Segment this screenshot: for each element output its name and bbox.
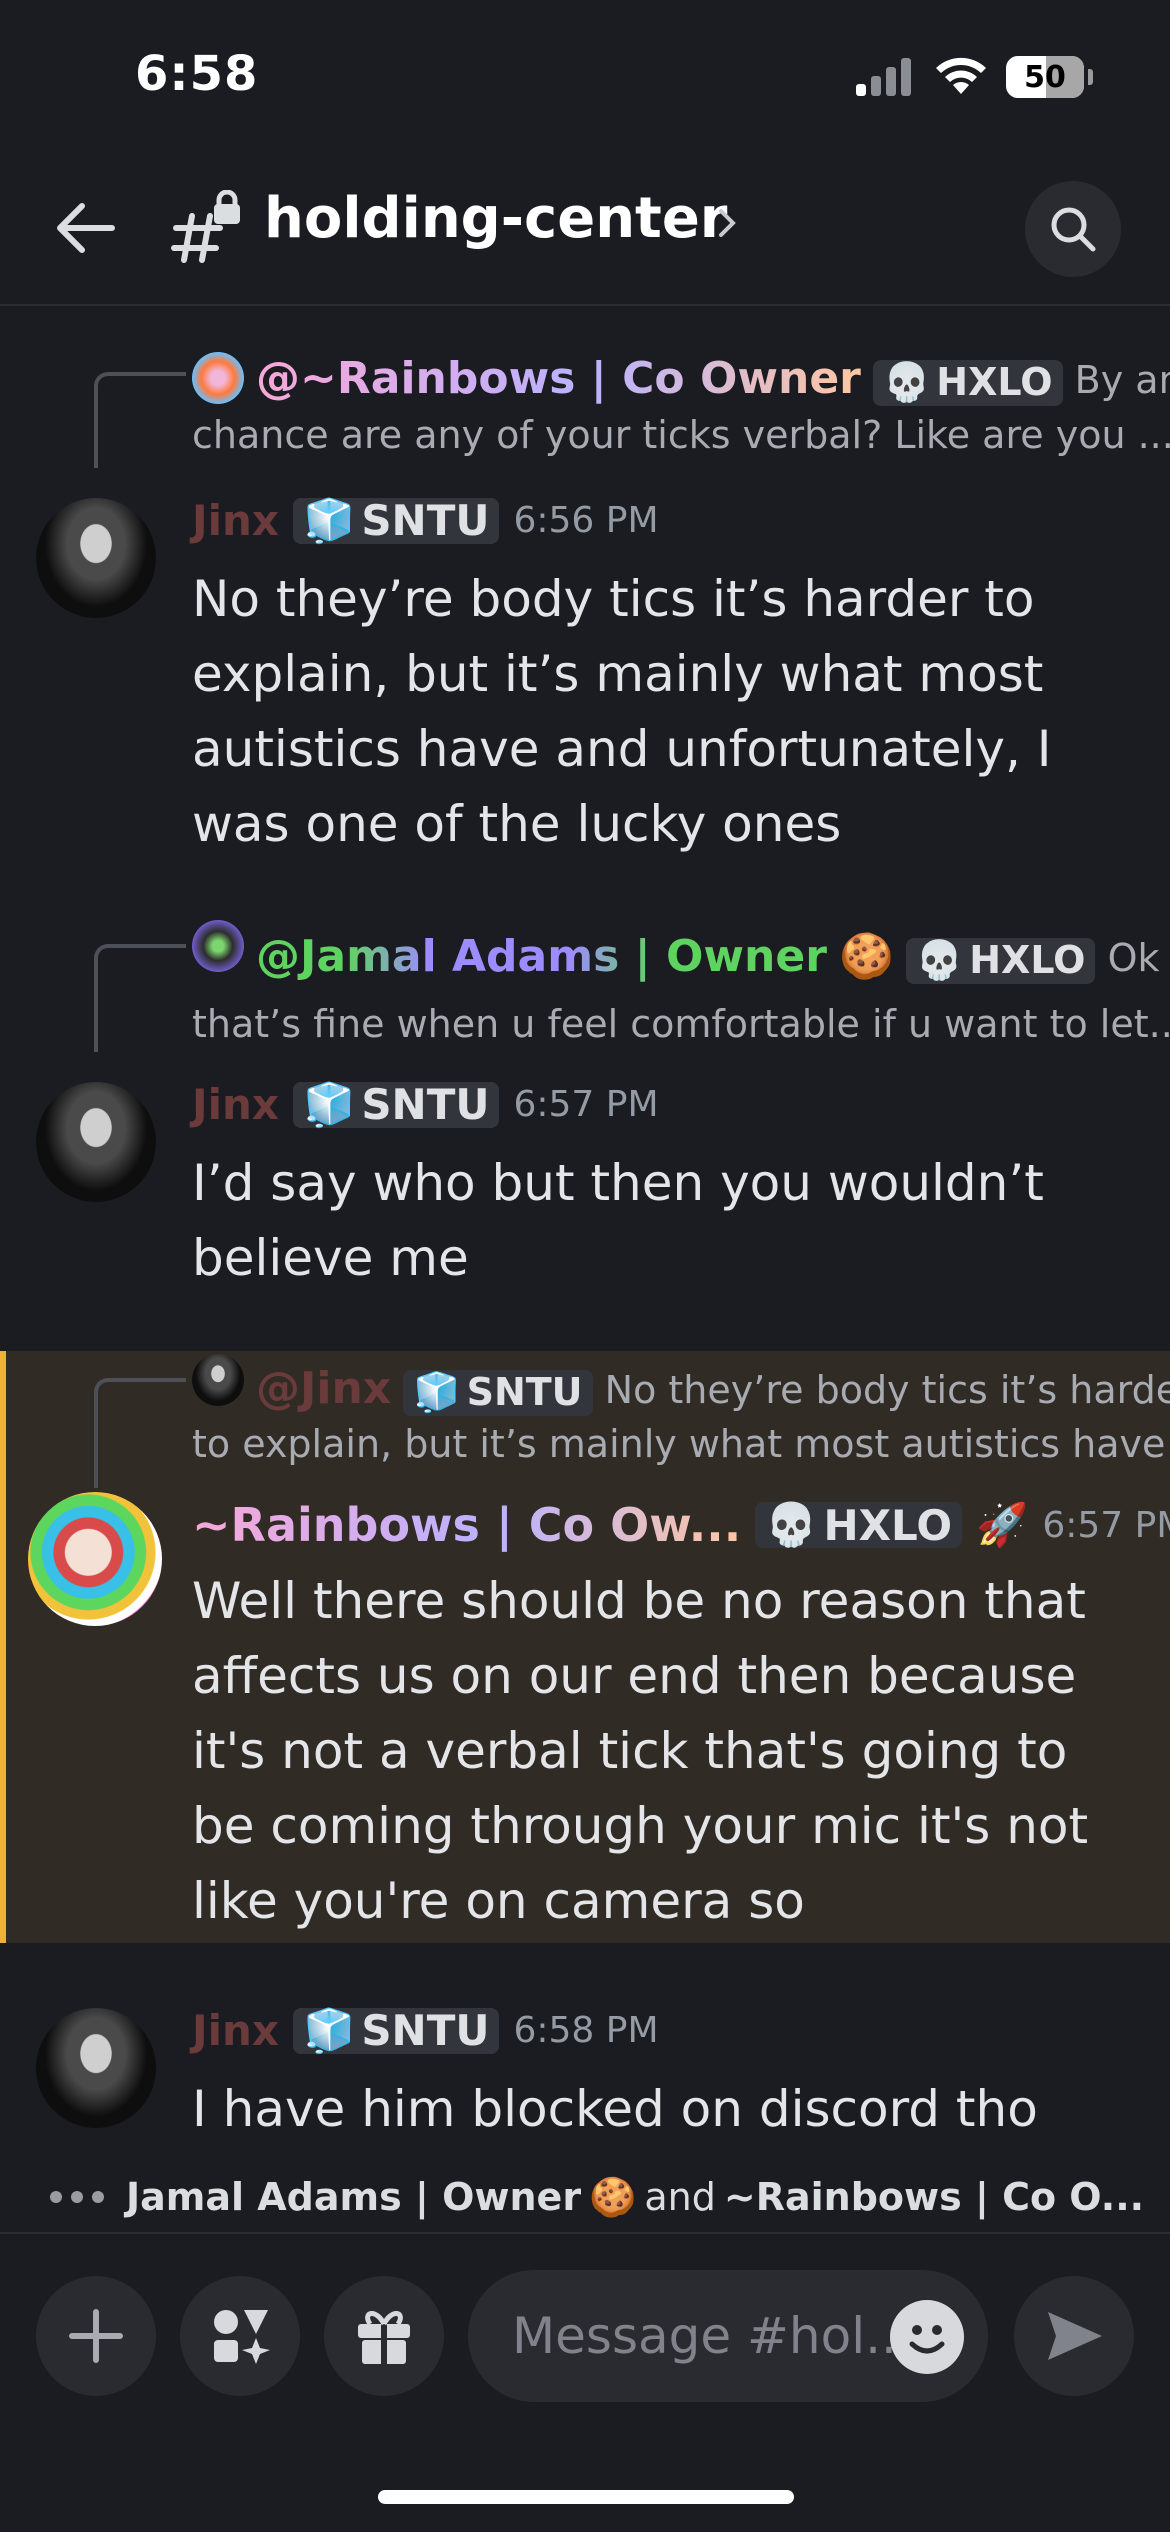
typing-indicator: Jamal Adams | Owner 🍪 and ~Rainbows | Co… <box>0 2162 1170 2234</box>
typing-dots-icon <box>50 2191 104 2203</box>
emoji-button[interactable] <box>890 2300 964 2374</box>
emoji-icon <box>909 2325 945 2354</box>
cookie-icon: 🍪 <box>589 2174 637 2219</box>
reply-preview[interactable]: @Jamal Adams | Owner 🍪 💀 HXLO Ok <box>256 928 1160 987</box>
skull-icon: 💀 <box>882 360 931 404</box>
crystal-icon: 🧊 <box>413 1370 461 1414</box>
apps-button[interactable] <box>180 2276 300 2396</box>
author-name[interactable]: Jinx <box>192 1080 279 1129</box>
message-text: I’d say who but then you wouldn’t believ… <box>192 1154 1044 1287</box>
server-tag[interactable]: 🧊 SNTU <box>293 2005 500 2055</box>
battery-level: 50 <box>1024 59 1066 95</box>
rainbows-avatar[interactable] <box>28 1492 162 1626</box>
message-text: Well there should be no reason that affe… <box>192 1572 1089 1930</box>
crystal-icon: 🧊 <box>303 495 356 545</box>
chevron-right-icon[interactable] <box>716 203 740 243</box>
message-composer <box>0 2236 1170 2436</box>
reply-author[interactable]: @Jinx <box>256 1363 391 1414</box>
reply-connector <box>94 1378 186 1488</box>
cellular-signal-icon <box>856 58 912 96</box>
attach-button[interactable] <box>36 2276 156 2396</box>
gift-icon <box>358 2311 410 2364</box>
author-name[interactable]: Jinx <box>192 496 279 545</box>
reply-preview-line2[interactable]: to explain, but it’s mainly what most au… <box>192 1416 1170 1473</box>
search-button[interactable] <box>1025 181 1121 277</box>
server-tag[interactable]: 🧊 SNTU <box>403 1369 593 1416</box>
jinx-avatar[interactable] <box>36 2008 156 2128</box>
back-arrow-icon[interactable] <box>50 192 122 264</box>
skull-icon: 💀 <box>765 1500 818 1549</box>
status-time: 6:58 <box>135 46 259 102</box>
message-meta: Jinx 🧊 SNTU 6:58 PM <box>192 2005 659 2056</box>
timestamp: 6:57 PM <box>513 1084 659 1125</box>
reply-author[interactable]: @~Rainbows | Co Owner <box>256 353 861 404</box>
send-icon <box>1048 2312 1102 2360</box>
server-tag[interactable]: 🧊 SNTU <box>293 1079 500 1129</box>
home-indicator[interactable] <box>378 2490 794 2504</box>
send-button[interactable] <box>1014 2276 1134 2396</box>
message-meta: Jinx 🧊 SNTU 6:57 PM <box>192 1079 659 1130</box>
typing-conjunction: and <box>644 2175 716 2219</box>
timestamp: 6:58 PM <box>513 2010 659 2051</box>
message-text: I have him blocked on discord tho <box>192 2080 1038 2138</box>
crystal-icon: 🧊 <box>303 2005 356 2055</box>
channel-title[interactable]: holding-center <box>264 186 727 251</box>
server-tag[interactable]: 💀 HXLO <box>755 1500 963 1550</box>
reply-preview-line2[interactable]: that’s fine when u feel comfortable if u… <box>192 996 1170 1053</box>
wifi-icon <box>936 57 986 94</box>
timestamp: 6:56 PM <box>513 500 659 541</box>
channel-header: holding-center <box>0 150 1170 306</box>
jamal-mini-avatar[interactable] <box>192 920 244 972</box>
jinx-avatar[interactable] <box>36 498 156 618</box>
reply-author[interactable]: @Jamal Adams | Owner <box>256 931 827 982</box>
status-bar: 6:58 50 <box>0 0 1170 150</box>
apps-icon <box>214 2310 270 2364</box>
author-name[interactable]: ~Rainbows | Co Ow... <box>192 1498 741 1552</box>
jinx-mini-avatar[interactable] <box>192 1354 244 1406</box>
typing-user-2: ~Rainbows | Co O... <box>723 2175 1145 2219</box>
reply-preview[interactable]: @Jinx 🧊 SNTU No they’re body tics it’s ha… <box>256 1360 1170 1419</box>
typing-user-1: Jamal Adams | Owner <box>126 2175 582 2219</box>
cookie-icon: 🍪 <box>839 931 894 982</box>
message-list[interactable]: @~Rainbows | Co Owner 💀HXLO By any chanc… <box>0 308 1170 2240</box>
message-text: No they’re body tics it’s harder to expl… <box>192 570 1052 853</box>
locked-channel-hash-icon <box>171 190 240 263</box>
timestamp: 6:57 PM <box>1042 1504 1170 1546</box>
crystal-icon: 🧊 <box>303 1079 356 1129</box>
battery-icon: 50 <box>1006 56 1084 98</box>
reply-preview[interactable]: @~Rainbows | Co Owner 💀HXLO By any <box>256 350 1170 409</box>
search-icon <box>1051 207 1096 252</box>
gift-button[interactable] <box>324 2276 444 2396</box>
message-meta: ~Rainbows | Co Ow... 💀HXLO 🚀 6:57 PM <box>192 1498 1170 1552</box>
rainbows-mini-avatar[interactable] <box>192 352 244 404</box>
jinx-avatar[interactable] <box>36 1082 156 1202</box>
reply-connector <box>94 372 186 468</box>
author-name[interactable]: Jinx <box>192 2006 279 2055</box>
reply-connector <box>94 944 186 1052</box>
plus-icon <box>69 2309 123 2363</box>
server-tag[interactable]: 💀 HXLO <box>905 937 1096 984</box>
server-tag[interactable]: 🧊 SNTU <box>293 495 500 545</box>
reply-preview-line2[interactable]: chance are any of your ticks verbal? Lik… <box>192 407 1170 464</box>
message-meta: Jinx 🧊 SNTU 6:56 PM <box>192 495 659 546</box>
rocket-icon: 🚀 <box>976 1500 1029 1549</box>
server-tag[interactable]: 💀 HXLO <box>872 359 1063 406</box>
skull-icon: 💀 <box>915 938 964 982</box>
